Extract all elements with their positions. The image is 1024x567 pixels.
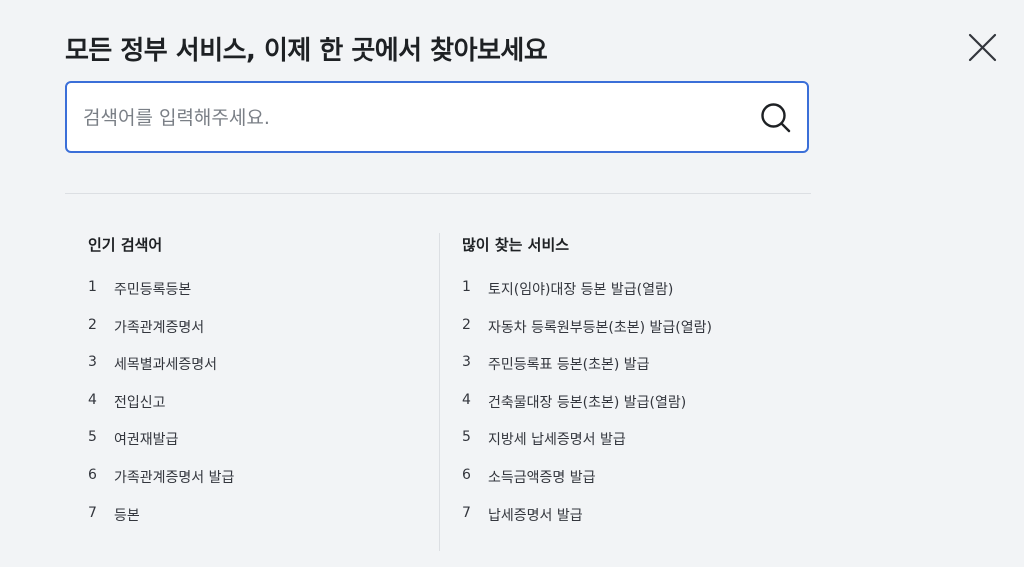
service-item[interactable]: 3 주민등록표 등본(초본) 발급 — [462, 354, 822, 392]
popular-search-label: 가족관계증명서 — [114, 319, 205, 336]
popular-search-label: 여권재발급 — [114, 432, 179, 449]
service-item[interactable]: 1 토지(임야)대장 등본 발급(열람) — [462, 279, 822, 317]
frequent-services-title: 많이 찾는 서비스 — [462, 236, 570, 254]
rank-number: 1 — [88, 279, 97, 295]
popular-search-label: 등본 — [114, 507, 140, 524]
popular-search-item[interactable]: 3 세목별과세증명서 — [88, 354, 428, 392]
close-button[interactable] — [964, 30, 1000, 66]
popular-search-item[interactable]: 2 가족관계증명서 — [88, 317, 428, 355]
rank-number: 1 — [462, 279, 471, 295]
frequent-services-list: 1 토지(임야)대장 등본 발급(열람) 2 자동차 등록원부등본(초본) 발급(열… — [462, 279, 822, 542]
search-box — [65, 81, 809, 153]
rank-number: 2 — [462, 316, 471, 333]
page-title: 모든 정부 서비스, 이제 한 곳에서 찾아보세요 — [65, 36, 548, 66]
popular-search-label: 주민등록등본 — [114, 282, 192, 298]
rank-number: 6 — [462, 466, 471, 483]
service-item[interactable]: 6 소득금액증명 발급 — [462, 467, 822, 505]
popular-search-label: 전입신고 — [114, 394, 166, 411]
column-divider — [439, 233, 440, 551]
rank-number: 3 — [88, 354, 97, 371]
rank-number: 3 — [462, 354, 471, 371]
rank-number: 4 — [462, 391, 471, 408]
close-icon — [968, 33, 997, 62]
service-label: 소득금액증명 발급 — [488, 469, 596, 486]
popular-search-item[interactable]: 6 가족관계증명서 발급 — [88, 467, 428, 505]
service-label: 납세증명서 발급 — [488, 507, 583, 524]
service-label: 건축물대장 등본(초본) 발급(열람) — [488, 394, 687, 411]
service-label: 주민등록표 등본(초본) 발급 — [488, 357, 650, 374]
popular-search-label: 가족관계증명서 발급 — [114, 469, 235, 486]
service-label: 토지(임야)대장 등본 발급(열람) — [488, 282, 674, 298]
rank-number: 4 — [88, 391, 97, 408]
popular-search-label: 세목별과세증명서 — [114, 357, 218, 374]
popular-searches-title: 인기 검색어 — [88, 236, 163, 254]
popular-searches-list: 1 주민등록등본 2 가족관계증명서 3 세목별과세증명서 4 전입신고 5 여권재발급 … — [88, 279, 428, 542]
section-divider — [65, 193, 811, 194]
frequent-services: 많이 찾는 서비스 1 토지(임야)대장 등본 발급(열람) 2 자동차 등록원부등… — [462, 234, 822, 542]
rank-number: 7 — [88, 504, 97, 521]
service-label: 자동차 등록원부등본(초본) 발급(열람) — [488, 319, 712, 336]
search-icon — [761, 103, 791, 133]
popular-search-item[interactable]: 1 주민등록등본 — [88, 279, 428, 317]
popular-searches: 인기 검색어 1 주민등록등본 2 가족관계증명서 3 세목별과세증명서 4 전입신고 … — [88, 234, 428, 542]
popular-search-item[interactable]: 4 전입신고 — [88, 392, 428, 430]
service-item[interactable]: 7 납세증명서 발급 — [462, 505, 822, 543]
rank-number: 6 — [88, 466, 97, 483]
rank-number: 2 — [88, 316, 97, 333]
search-input[interactable] — [81, 83, 745, 153]
service-item[interactable]: 5 지방세 납세증명서 발급 — [462, 429, 822, 467]
rank-number: 5 — [462, 429, 471, 446]
rank-number: 7 — [462, 504, 471, 521]
popular-search-item[interactable]: 5 여권재발급 — [88, 429, 428, 467]
service-item[interactable]: 4 건축물대장 등본(초본) 발급(열람) — [462, 392, 822, 430]
popular-search-item[interactable]: 7 등본 — [88, 505, 428, 543]
search-modal: 모든 정부 서비스, 이제 한 곳에서 찾아보세요 인기 검색어 1 주민등록등본… — [0, 0, 1024, 567]
rank-number: 5 — [88, 429, 97, 446]
service-item[interactable]: 2 자동차 등록원부등본(초본) 발급(열람) — [462, 317, 822, 355]
search-button[interactable] — [759, 101, 793, 135]
service-label: 지방세 납세증명서 발급 — [488, 432, 626, 449]
